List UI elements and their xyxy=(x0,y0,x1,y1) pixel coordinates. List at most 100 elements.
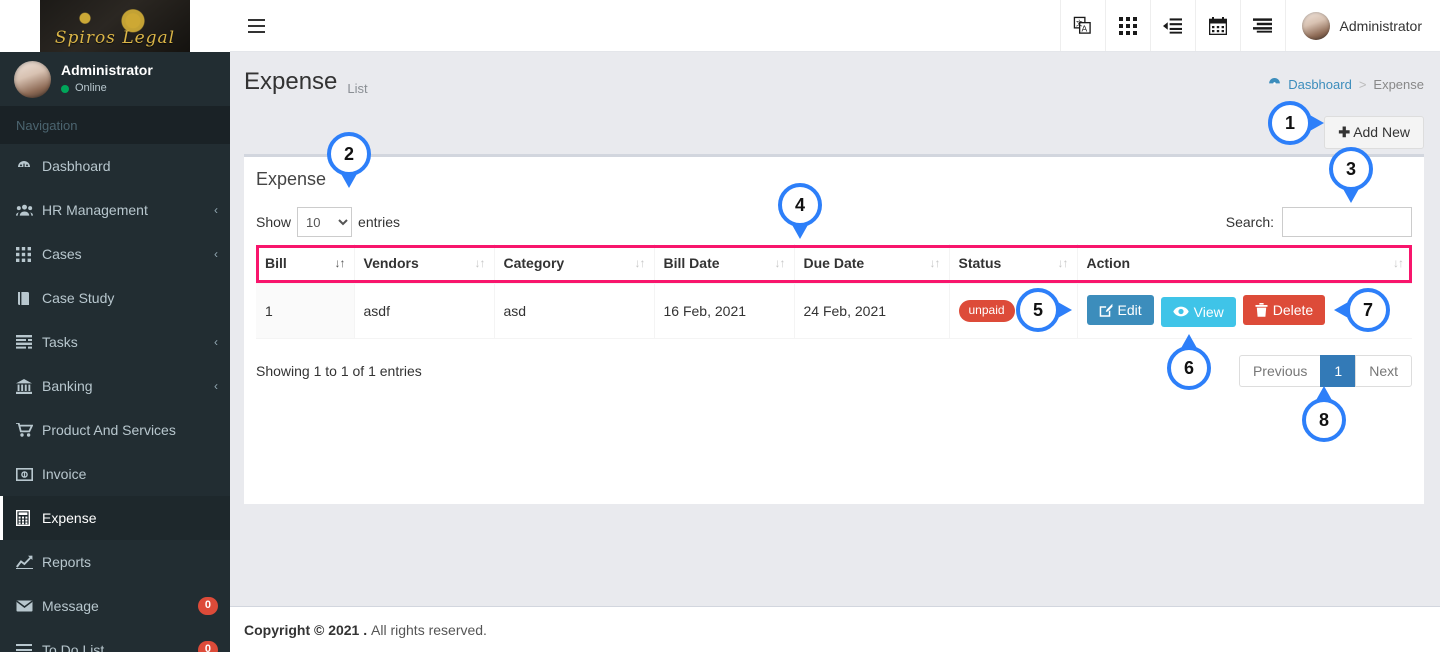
sidebar-item-label: Case Study xyxy=(42,290,115,306)
annotation-marker-3: 3 xyxy=(1329,147,1373,203)
sidebar-user-status: Online xyxy=(61,82,153,96)
cell-bill: 1 xyxy=(256,283,354,339)
avatar xyxy=(1301,11,1330,40)
users-icon xyxy=(16,203,42,217)
edit-button[interactable]: Edit xyxy=(1086,295,1154,325)
column-header-label: Status xyxy=(958,255,1002,271)
page-footer: Copyright © 2021 . All rights reserved. xyxy=(230,606,1440,652)
sidebar: Spiros Legal Administrator Online Naviga… xyxy=(0,0,230,652)
sidebar-item-cases[interactable]: Cases ‹ xyxy=(0,232,230,276)
bank-icon xyxy=(16,378,42,394)
list-icon xyxy=(16,644,42,652)
add-new-button[interactable]: ✚ Add New xyxy=(1324,116,1424,149)
datatable-controls: Show 102550100 entries Search: xyxy=(256,200,1412,244)
column-header-label: Due Date xyxy=(803,255,865,271)
calendar-icon[interactable] xyxy=(1194,0,1240,51)
sidebar-item-message[interactable]: Message 0 xyxy=(0,584,230,628)
annotation-marker-5: 5 xyxy=(1016,288,1072,332)
column-header-label: Bill Date xyxy=(663,255,720,271)
eye-icon xyxy=(1172,306,1189,317)
sidebar-item-banking[interactable]: Banking ‹ xyxy=(0,364,230,408)
expense-table: Bill ↓↑ Vendors ↓↑ Category ↓↑ Bill Date ↓↑ Due … xyxy=(256,244,1412,339)
chevron-left-icon: ‹ xyxy=(214,335,218,349)
cell-bill-date: 16 Feb, 2021 xyxy=(653,283,794,339)
sidebar-item-label: Product And Services xyxy=(42,422,176,438)
pagination-page-1[interactable]: 1 xyxy=(1320,354,1356,387)
apps-grid-icon[interactable] xyxy=(1104,0,1150,51)
sidebar-item-label: Banking xyxy=(42,378,93,394)
sidebar-item-reports[interactable]: Reports xyxy=(0,540,230,584)
annotation-marker-number: 6 xyxy=(1167,346,1211,390)
view-button[interactable]: View xyxy=(1160,296,1236,327)
delete-button[interactable]: Delete xyxy=(1242,295,1326,325)
breadcrumb-separator: > xyxy=(1358,76,1367,92)
language-icon[interactable]: A 文 xyxy=(1059,0,1105,51)
envelope-icon xyxy=(16,600,42,612)
entries-length-select[interactable]: 102550100 xyxy=(297,207,353,237)
table-row: 1 asdf asd 16 Feb, 2021 24 Feb, 2021 unpaid Ed… xyxy=(256,283,1412,339)
entries-length-control: Show 102550100 entries xyxy=(256,207,400,237)
column-header-bill-date[interactable]: Bill Date ↓↑ xyxy=(653,244,794,284)
sidebar-item-to-do-list[interactable]: To Do List 0 xyxy=(0,628,230,652)
sidebar-item-product-and-services[interactable]: Product And Services xyxy=(0,408,230,452)
pagination-next[interactable]: Next xyxy=(1355,354,1412,387)
sidebar-item-label: HR Management xyxy=(42,202,148,218)
header-spacer xyxy=(282,0,1060,51)
sidebar-item-hr-management[interactable]: HR Management ‹ xyxy=(0,188,230,232)
sidebar-user-panel[interactable]: Administrator Online xyxy=(0,52,230,107)
hamburger-icon[interactable] xyxy=(230,0,282,51)
sort-neutral-icon: ↓↑ xyxy=(634,256,646,270)
brand-logo[interactable]: Spiros Legal xyxy=(0,0,230,52)
column-header-bill[interactable]: Bill ↓↑ xyxy=(256,244,354,284)
breadcrumb-current: Expense xyxy=(1373,76,1424,92)
top-header: A 文 Administrator xyxy=(230,0,1440,52)
delete-button-label: Delete xyxy=(1272,302,1314,318)
annotation-marker-number: 8 xyxy=(1302,398,1346,442)
svg-text:文: 文 xyxy=(1076,19,1083,28)
sidebar-item-case-study[interactable]: Case Study xyxy=(0,276,230,320)
sidebar-item-expense[interactable]: Expense xyxy=(0,496,230,540)
sidebar-item-label: Dasbhoard xyxy=(42,158,111,174)
annotation-marker-number: 3 xyxy=(1329,147,1373,191)
pagination-previous[interactable]: Previous xyxy=(1238,354,1321,387)
dashboard-icon xyxy=(16,158,42,174)
annotation-marker-4: 4 xyxy=(778,183,822,239)
sidebar-item-tasks[interactable]: Tasks ‹ xyxy=(0,320,230,364)
sidebar-item-label: To Do List xyxy=(42,642,105,652)
avatar xyxy=(14,60,51,98)
breadcrumb: Dasbhoard > Expense xyxy=(1268,76,1424,92)
annotation-marker-1: 1 xyxy=(1268,101,1324,145)
sidebar-item-label: Invoice xyxy=(42,466,87,482)
sidebar-item-dasbhoard[interactable]: Dasbhoard xyxy=(0,144,230,188)
sidebar-item-invoice[interactable]: Invoice xyxy=(0,452,230,496)
dashboard-icon xyxy=(1268,76,1281,92)
sort-neutral-icon: ↓↑ xyxy=(774,256,786,270)
header-user-menu[interactable]: Administrator xyxy=(1284,0,1440,51)
datatable-footer: Showing 1 to 1 of 1 entries Previous 1 Nex… xyxy=(256,339,1412,393)
sort-neutral-icon: ↓↑ xyxy=(474,256,486,270)
column-header-vendors[interactable]: Vendors ↓↑ xyxy=(353,244,494,284)
search-control: Search: xyxy=(1226,207,1412,237)
main-content: Expense List Dasbhoard > Expense ✚ Add N… xyxy=(230,52,1440,652)
column-header-category[interactable]: Category ↓↑ xyxy=(493,244,654,284)
sidebar-item-label: Reports xyxy=(42,554,92,570)
annotation-marker-2: 2 xyxy=(327,132,371,188)
search-input[interactable] xyxy=(1282,207,1412,237)
indent-list-icon[interactable] xyxy=(1149,0,1195,51)
cell-category: asd xyxy=(493,283,654,339)
breadcrumb-home[interactable]: Dasbhoard xyxy=(1288,77,1352,92)
column-header-status[interactable]: Status ↓↑ xyxy=(948,244,1077,284)
column-header-label: Vendors xyxy=(363,255,419,271)
page-title: Expense xyxy=(244,68,338,95)
view-button-label: View xyxy=(1193,303,1224,320)
table-header: Bill ↓↑ Vendors ↓↑ Category ↓↑ Bill Date ↓↑ Due … xyxy=(256,244,1412,284)
sidebar-user-name: Administrator xyxy=(61,61,153,78)
entries-prefix-label: Show xyxy=(256,214,292,230)
column-header-due-date[interactable]: Due Date ↓↑ xyxy=(793,244,949,284)
sidebar-item-label: Tasks xyxy=(42,334,78,350)
chevron-left-icon: ‹ xyxy=(214,379,218,393)
money-icon xyxy=(16,467,42,481)
column-header-action[interactable]: Action ↓↑ xyxy=(1076,244,1412,284)
column-header-label: Bill xyxy=(265,255,287,271)
align-list-icon[interactable] xyxy=(1239,0,1285,51)
